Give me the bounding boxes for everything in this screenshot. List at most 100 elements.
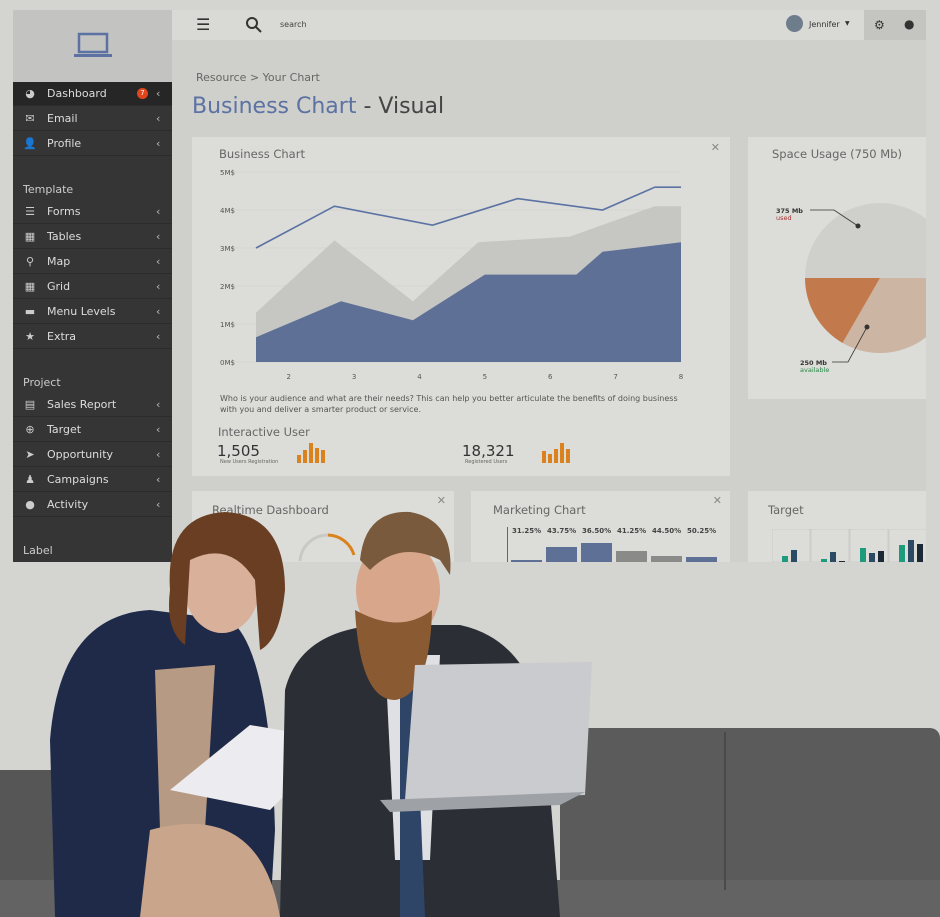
page-title-rest: - Visual — [356, 94, 445, 119]
stat-registered-users: 18,321 — [462, 442, 515, 460]
space-usage-card: Space Usage (750 Mb) 375 Mb used 250 Mb … — [748, 137, 926, 399]
sidebar-item-campaigns[interactable]: ♟ Campaigns ‹ — [13, 468, 172, 492]
sidebar-item-sales-report[interactable]: ▤ Sales Report ‹ — [13, 393, 172, 417]
envelope-icon: ✉ — [25, 112, 35, 125]
pie-chart-icon: ◕ — [25, 87, 35, 100]
y-tick-label: 4M$ — [220, 207, 235, 215]
leader-dot — [864, 324, 870, 330]
page-title-accent: Business Chart — [192, 94, 357, 119]
sidebar-item-label: Opportunity — [47, 448, 114, 461]
report-icon: ▤ — [24, 398, 36, 411]
chevron-left-icon[interactable]: ‹ — [156, 448, 172, 461]
bar-sparkline-icon — [542, 443, 570, 463]
hamburger-menu-icon[interactable]: ☰ — [196, 17, 210, 33]
stat-new-users: 1,505 — [217, 442, 260, 460]
stat-new-users-label: New Users Registration — [220, 459, 279, 465]
laptop-icon — [73, 32, 112, 57]
y-tick-label: 5M$ — [220, 169, 235, 177]
sidebar-item-label: Campaigns — [47, 473, 109, 486]
pie-slice-used — [805, 203, 926, 278]
business-chart-card: Business Chart ✕ 0M$ 1M$ 2M$ 3M$ 4M$ 5M$ 2 3 4 5 6… — [192, 137, 730, 476]
sidebar-item-menu-levels[interactable]: ▬ Menu Levels ‹ — [13, 300, 172, 324]
sidebar-item-label: Tables — [47, 230, 82, 243]
x-tick-label: 2 — [286, 373, 290, 381]
sidebar-item-forms[interactable]: ☰ Forms ‹ — [13, 200, 172, 224]
chevron-left-icon[interactable]: ‹ — [156, 205, 172, 218]
search-icon[interactable] — [246, 17, 262, 33]
caret-down-icon[interactable]: ▼ — [845, 20, 850, 27]
users-icon: ♟ — [25, 473, 35, 486]
sidebar-item-label: Target — [47, 423, 82, 436]
main-content: Resource > Your Chart Business Chart - V… — [172, 40, 926, 562]
x-tick-label: 3 — [352, 373, 356, 381]
chevron-left-icon[interactable]: ‹ — [156, 255, 172, 268]
notification-icon[interactable]: ● — [904, 17, 914, 31]
rocket-icon: ➤ — [25, 448, 35, 461]
sidebar-item-dashboard[interactable]: ◕ Dashboard 7 ‹ — [13, 82, 172, 106]
search-input[interactable]: search — [280, 20, 307, 29]
stat-registered-users-label: Registered Users — [465, 459, 508, 465]
sidebar-item-label: Sales Report — [47, 398, 117, 411]
y-tick-label: 1M$ — [220, 321, 235, 329]
top-bar: ☰ search Jennifer ▼ ⚙ ● — [172, 10, 926, 40]
gear-icon[interactable]: ⚙ — [874, 18, 885, 32]
available-label: available — [800, 366, 830, 374]
leader-dot — [855, 223, 861, 229]
folder-icon: ▬ — [24, 305, 36, 318]
page-title: Business Chart - Visual — [192, 94, 444, 119]
business-chart: 0M$ 1M$ 2M$ 3M$ 4M$ 5M$ 2 3 4 5 6 7 8 — [220, 169, 683, 381]
chevron-left-icon[interactable]: ‹ — [156, 398, 172, 411]
breadcrumb[interactable]: Resource > Your Chart — [196, 71, 320, 84]
x-tick-label: 6 — [548, 373, 553, 381]
photo-people-on-sofa — [0, 511, 940, 917]
settings-button[interactable]: ⚙ ● — [864, 10, 926, 40]
user-icon: 👤 — [23, 137, 37, 150]
table-icon: ▦ — [24, 230, 36, 243]
user-name[interactable]: Jennifer — [809, 20, 840, 29]
chevron-left-icon[interactable]: ‹ — [156, 87, 172, 100]
sidebar-section-heading: Project — [23, 376, 61, 389]
sidebar-item-label: Email — [47, 112, 78, 125]
grid-icon: ▦ — [24, 280, 36, 293]
sidebar-item-label: Dashboard — [47, 87, 107, 100]
x-tick-label: 7 — [613, 373, 617, 381]
sidebar-item-label: Grid — [47, 280, 71, 293]
map-pin-icon: ⚲ — [25, 255, 35, 268]
y-tick-label: 3M$ — [220, 245, 235, 253]
avatar[interactable] — [786, 15, 803, 32]
sidebar-item-label: Forms — [47, 205, 81, 218]
sidebar-item-grid[interactable]: ▦ Grid ‹ — [13, 275, 172, 299]
sidebar: ◕ Dashboard 7 ‹ ✉ Email ‹ 👤 Profile ‹ Template ☰ For… — [13, 10, 172, 562]
sidebar-item-extra[interactable]: ★ Extra ‹ — [13, 325, 172, 349]
chevron-left-icon[interactable]: ‹ — [156, 137, 172, 150]
chevron-left-icon[interactable]: ‹ — [156, 230, 172, 243]
chevron-left-icon[interactable]: ‹ — [156, 330, 172, 343]
space-usage-pie — [805, 203, 926, 363]
logo — [13, 10, 172, 82]
crosshair-icon: ⊕ — [25, 423, 35, 436]
sidebar-item-map[interactable]: ⚲ Map ‹ — [13, 250, 172, 274]
interactive-user-title: Interactive User — [218, 425, 310, 439]
chevron-left-icon[interactable]: ‹ — [156, 473, 172, 486]
x-tick-label: 8 — [679, 373, 683, 381]
sidebar-item-label: Extra — [47, 330, 77, 343]
sofa-back — [560, 728, 940, 898]
sidebar-item-target[interactable]: ⊕ Target ‹ — [13, 418, 172, 442]
chevron-left-icon[interactable]: ‹ — [156, 305, 172, 318]
sidebar-item-tables[interactable]: ▦ Tables ‹ — [13, 225, 172, 249]
sidebar-item-label: Map — [47, 255, 71, 268]
sidebar-item-profile[interactable]: 👤 Profile ‹ — [13, 132, 172, 156]
star-icon: ★ — [25, 330, 35, 343]
chevron-left-icon[interactable]: ‹ — [156, 112, 172, 125]
x-tick-label: 4 — [417, 373, 422, 381]
used-label: used — [776, 214, 792, 222]
sidebar-item-opportunity[interactable]: ➤ Opportunity ‹ — [13, 443, 172, 467]
chevron-left-icon[interactable]: ‹ — [156, 423, 172, 436]
sidebar-item-email[interactable]: ✉ Email ‹ — [13, 107, 172, 131]
sidebar-item-label: Profile — [47, 137, 82, 150]
notification-badge: 7 — [137, 88, 148, 99]
y-tick-label: 0M$ — [220, 359, 235, 367]
sidebar-section-heading: Template — [23, 183, 74, 196]
chevron-left-icon[interactable]: ‹ — [156, 280, 172, 293]
sidebar-item-label: Menu Levels — [47, 305, 116, 318]
